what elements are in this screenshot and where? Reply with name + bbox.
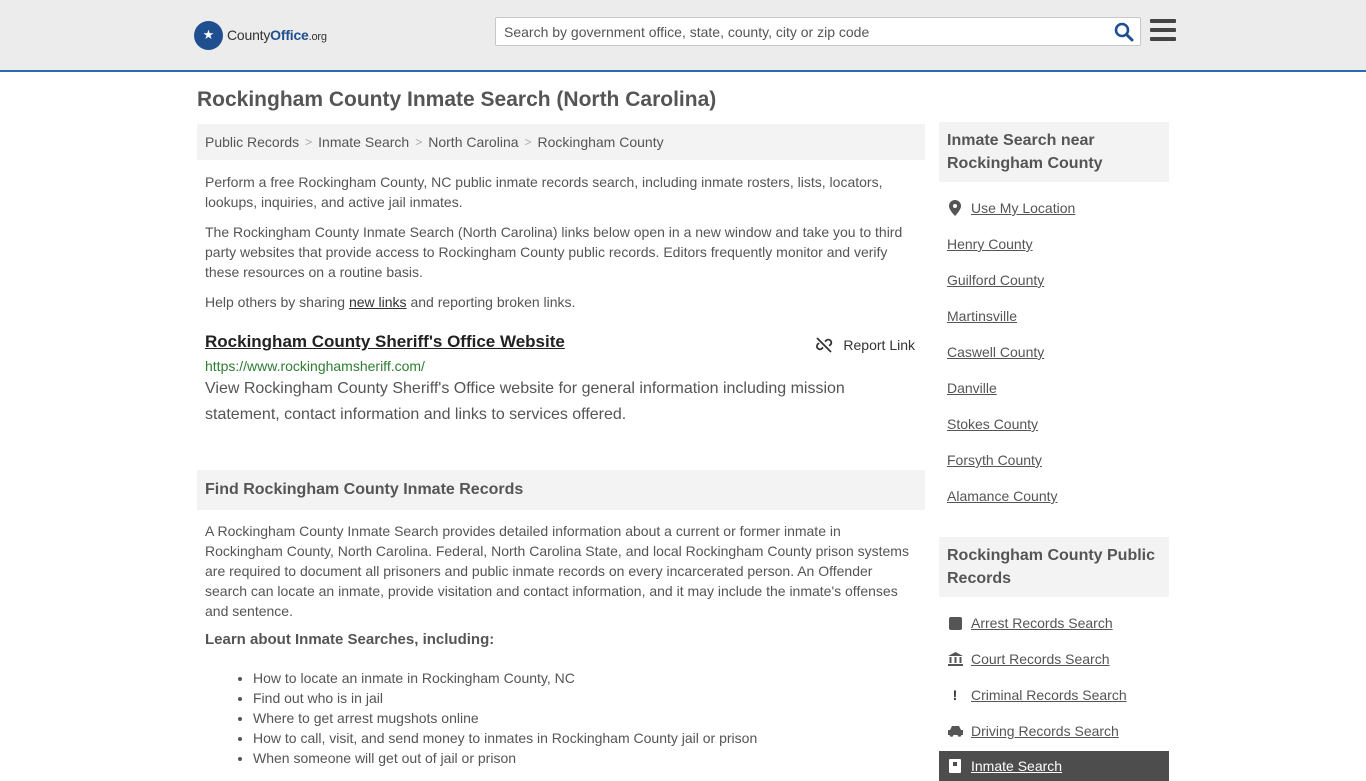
listing-url: https://www.rockinghamsheriff.com/ bbox=[205, 358, 425, 374]
list-item: When someone will get out of jail or pri… bbox=[253, 748, 917, 768]
badge-icon bbox=[947, 759, 963, 773]
find-records-paragraph: A Rockingham County Inmate Search provid… bbox=[205, 523, 909, 619]
listing-item: Rockingham County Sheriff's Office Websi… bbox=[205, 332, 917, 428]
breadcrumb-inmate-search[interactable]: Inmate Search bbox=[318, 134, 409, 150]
main-content: Public Records > Inmate Search > North C… bbox=[197, 124, 925, 768]
learn-subheading: Learn about Inmate Searches, including: bbox=[205, 631, 495, 648]
breadcrumb-separator-icon: > bbox=[524, 135, 532, 149]
sidebar-item-inmate-search-active[interactable]: Inmate Search bbox=[939, 751, 1169, 781]
nearby-guilford-county[interactable]: Guilford County bbox=[947, 272, 1044, 288]
breadcrumb-public-records[interactable]: Public Records bbox=[205, 134, 299, 150]
find-records-heading: Find Rockingham County Inmate Records bbox=[197, 470, 925, 510]
driving-records-link[interactable]: Driving Records Search bbox=[971, 723, 1119, 739]
breadcrumb-current: Rockingham County bbox=[537, 134, 664, 150]
nearby-stokes-county[interactable]: Stokes County bbox=[947, 416, 1038, 432]
hamburger-menu-icon[interactable] bbox=[1150, 19, 1176, 43]
records-list: Arrest Records Search Court Records Sear… bbox=[939, 605, 1169, 749]
records-heading: Rockingham County Public Records bbox=[939, 537, 1169, 597]
logo-badge-icon: ★ bbox=[194, 20, 223, 50]
share-paragraph: Help others by sharing new links and rep… bbox=[205, 294, 576, 310]
use-location-item: Use My Location bbox=[947, 190, 1169, 226]
courthouse-icon bbox=[947, 652, 963, 666]
new-links-link[interactable]: new links bbox=[349, 294, 407, 310]
breadcrumb-north-carolina[interactable]: North Carolina bbox=[428, 134, 518, 150]
page-title: Rockingham County Inmate Search (North C… bbox=[197, 88, 717, 111]
square-icon bbox=[947, 616, 963, 630]
nearby-alamance-county[interactable]: Alamance County bbox=[947, 488, 1058, 504]
arrest-records-link[interactable]: Arrest Records Search bbox=[971, 615, 1113, 631]
top-bar: ★ CountyOffice.org bbox=[0, 0, 1366, 72]
search-icon[interactable] bbox=[1114, 22, 1134, 42]
search-box bbox=[495, 17, 1141, 46]
logo-text: CountyOffice.org bbox=[227, 27, 327, 43]
list-item: Where to get arrest mugshots online bbox=[253, 708, 917, 728]
disclaimer-paragraph: The Rockingham County Inmate Search (Nor… bbox=[205, 224, 903, 280]
breadcrumb-separator-icon: > bbox=[305, 135, 313, 149]
list-item: How to call, visit, and send money to in… bbox=[253, 728, 917, 748]
criminal-records-link[interactable]: Criminal Records Search bbox=[971, 687, 1127, 703]
nearby-danville[interactable]: Danville bbox=[947, 380, 997, 396]
search-input[interactable] bbox=[496, 18, 1096, 45]
sidebar-records: Rockingham County Public Records Arrest … bbox=[939, 537, 1169, 781]
listing-title-link[interactable]: Rockingham County Sheriff's Office Websi… bbox=[205, 332, 565, 351]
use-my-location-link[interactable]: Use My Location bbox=[971, 200, 1075, 216]
inmate-search-link[interactable]: Inmate Search bbox=[971, 758, 1062, 774]
learn-list: How to locate an inmate in Rockingham Co… bbox=[205, 668, 917, 768]
nearby-list: Use My Location Henry County Guilford Co… bbox=[939, 190, 1169, 514]
nearby-henry-county[interactable]: Henry County bbox=[947, 236, 1033, 252]
nearby-forsyth-county[interactable]: Forsyth County bbox=[947, 452, 1042, 468]
map-pin-icon bbox=[947, 200, 963, 216]
court-records-link[interactable]: Court Records Search bbox=[971, 651, 1110, 667]
list-item: How to locate an inmate in Rockingham Co… bbox=[253, 668, 917, 688]
breadcrumb-separator-icon: > bbox=[415, 135, 423, 149]
list-item: Find out who is in jail bbox=[253, 688, 917, 708]
exclamation-icon: ! bbox=[952, 687, 958, 703]
site-logo[interactable]: ★ CountyOffice.org bbox=[194, 20, 327, 50]
car-icon bbox=[947, 725, 963, 737]
nearby-caswell-county[interactable]: Caswell County bbox=[947, 344, 1044, 360]
nearby-heading: Inmate Search near Rockingham County bbox=[939, 122, 1169, 182]
breadcrumb: Public Records > Inmate Search > North C… bbox=[197, 124, 925, 160]
intro-paragraph: Perform a free Rockingham County, NC pub… bbox=[205, 174, 883, 210]
report-link-button[interactable]: Report Link bbox=[815, 336, 915, 354]
listing-description: View Rockingham County Sheriff's Office … bbox=[205, 380, 845, 423]
broken-link-icon bbox=[816, 337, 833, 353]
nearby-martinsville[interactable]: Martinsville bbox=[947, 308, 1017, 324]
sidebar-nearby: Inmate Search near Rockingham County Use… bbox=[939, 122, 1169, 514]
